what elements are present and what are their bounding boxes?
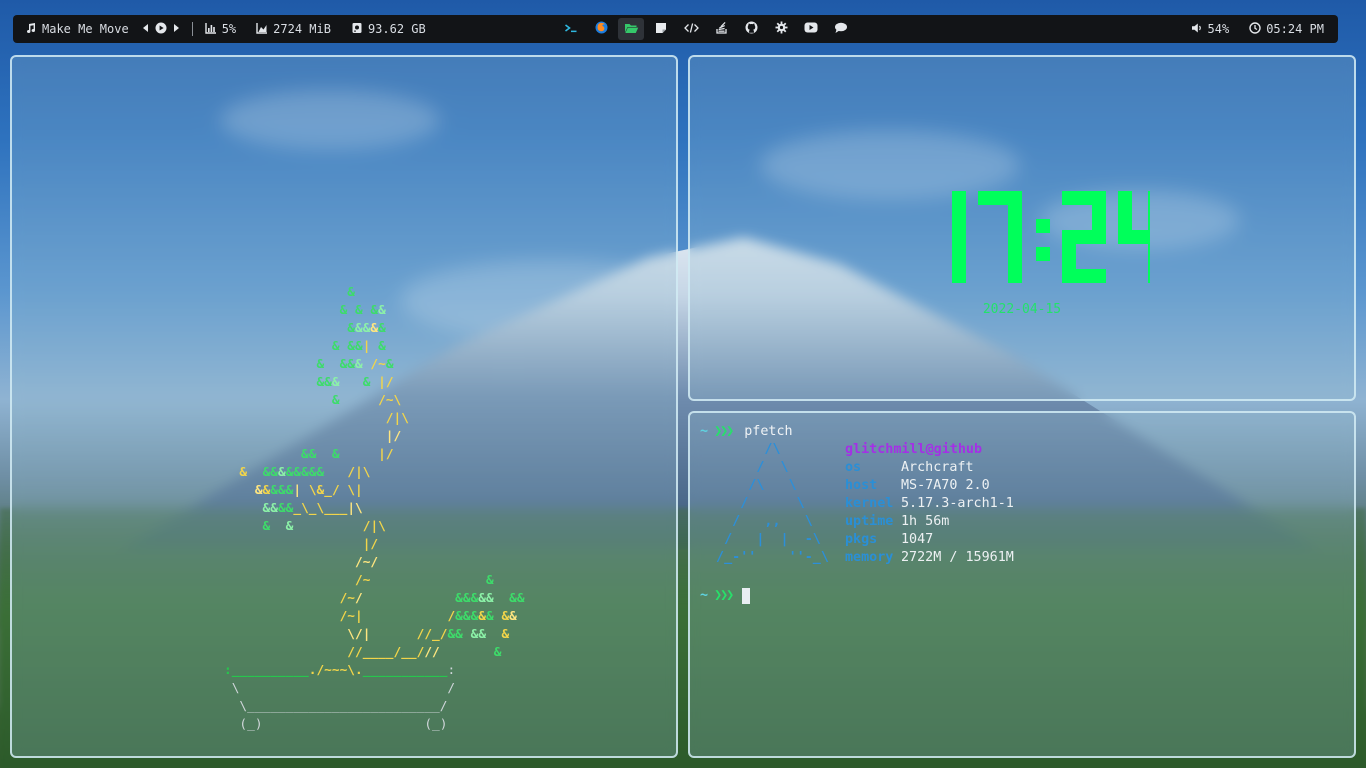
info-row-os: os Archcraft bbox=[845, 460, 974, 475]
terminal-window[interactable]: ~ ❯❯❯ pfetch /\ / \ /\ \ / \ / ,, \ / | … bbox=[688, 411, 1356, 758]
stackoverflow-launcher[interactable] bbox=[708, 18, 734, 40]
info-row-pkgs: pkgs 1047 bbox=[845, 532, 934, 547]
disk-value: 93.62 GB bbox=[367, 22, 426, 36]
cpu-value: 5% bbox=[221, 22, 237, 36]
app-launcher bbox=[558, 15, 854, 43]
settings-icon bbox=[775, 21, 788, 37]
terminal-launcher[interactable] bbox=[558, 18, 584, 40]
chat-launcher[interactable] bbox=[828, 18, 854, 40]
memory-value: 2724 MiB bbox=[273, 22, 331, 36]
cpu-widget: 5% bbox=[205, 22, 236, 37]
ascii-bonsai-art: & & & && &&&&& & &&| & & &&& /~& &&& & |… bbox=[224, 285, 525, 732]
bonsai-terminal-window[interactable]: & & & && &&&&& & &&| & & &&& /~& &&& & |… bbox=[10, 55, 678, 758]
prompt-cwd: ~ bbox=[700, 424, 709, 439]
info-row-uptime: uptime 1h 56m bbox=[845, 514, 950, 529]
bar-chart-icon bbox=[205, 22, 217, 37]
command-text: pfetch bbox=[744, 424, 793, 439]
separator bbox=[191, 22, 193, 36]
play-icon[interactable] bbox=[155, 22, 167, 37]
info-row-host: host MS-7A70 2.0 bbox=[845, 478, 990, 493]
clock-window[interactable]: 2022-04-15 bbox=[688, 55, 1356, 401]
system-info: glitchmill@github os Archcraft host MS-7A7… bbox=[845, 441, 1014, 567]
user-host: glitchmill@github bbox=[845, 442, 983, 457]
info-row-kernel: kernel 5.17.3-arch1-1 bbox=[845, 496, 1014, 511]
terminal-output: ~ ❯❯❯ pfetch /\ / \ /\ \ / \ / ,, \ / | … bbox=[700, 423, 1014, 605]
arch-logo-art: /\ / \ /\ \ / \ / ,, \ / | | -\ /_-'' ''… bbox=[716, 442, 829, 565]
memory-widget: 2724 MiB bbox=[256, 22, 331, 37]
firefox-launcher[interactable] bbox=[588, 18, 614, 40]
code-editor-launcher[interactable] bbox=[678, 18, 704, 40]
top-bar: Make Me Move 5% 2724 MiB 93.62 GB 54% 05… bbox=[13, 15, 1338, 43]
prompt-line: ~ ❯❯❯ pfetch bbox=[700, 423, 793, 441]
youtube-icon bbox=[804, 22, 818, 36]
music-note-icon bbox=[25, 22, 37, 37]
clock-icon bbox=[1249, 21, 1261, 37]
clock-widget[interactable]: 05:24 PM bbox=[1249, 21, 1324, 37]
volume-value: 54% bbox=[1207, 22, 1230, 36]
clock-colon-dot bbox=[1036, 219, 1050, 233]
file-manager-launcher[interactable] bbox=[618, 18, 644, 40]
hard-disk-icon bbox=[351, 22, 363, 37]
youtube-launcher[interactable] bbox=[798, 18, 824, 40]
stack-icon bbox=[715, 21, 728, 37]
area-chart-icon bbox=[256, 22, 268, 37]
prompt-line-active[interactable]: ~ ❯❯❯ bbox=[700, 587, 793, 605]
clock-digit-1 bbox=[952, 191, 966, 283]
clock-digit-7 bbox=[978, 191, 1022, 283]
settings-launcher[interactable] bbox=[768, 18, 794, 40]
previous-track-icon[interactable] bbox=[142, 22, 149, 36]
prompt-cwd: ~ bbox=[700, 588, 709, 603]
volume-icon bbox=[1191, 22, 1203, 37]
prompt-arrows: ❯❯❯ bbox=[714, 588, 734, 603]
github-icon bbox=[745, 21, 758, 37]
music-widget[interactable]: Make Me Move bbox=[25, 22, 180, 37]
clock-digit-4 bbox=[1118, 191, 1162, 283]
volume-widget[interactable]: 54% bbox=[1191, 22, 1230, 37]
firefox-icon bbox=[595, 21, 608, 37]
sticky-note-icon bbox=[655, 22, 667, 37]
info-row-memory: memory 2722M / 15961M bbox=[845, 550, 1014, 565]
pfetch-output: /\ / \ /\ \ / \ / ,, \ / | | -\ /_-'' ''… bbox=[700, 441, 1014, 567]
terminal-icon bbox=[564, 22, 578, 37]
chat-icon bbox=[834, 22, 848, 37]
music-title: Make Me Move bbox=[42, 22, 129, 36]
code-icon bbox=[683, 22, 699, 37]
disk-widget: 93.62 GB bbox=[351, 22, 426, 37]
prompt-arrows: ❯❯❯ bbox=[714, 424, 734, 439]
text-cursor[interactable] bbox=[742, 588, 751, 604]
github-launcher[interactable] bbox=[738, 18, 764, 40]
notes-launcher[interactable] bbox=[648, 18, 674, 40]
digital-clock bbox=[922, 191, 1162, 287]
clock-digit-2 bbox=[1062, 191, 1106, 283]
clock-date: 2022-04-15 bbox=[982, 302, 1062, 317]
time-value: 05:24 PM bbox=[1266, 22, 1324, 36]
folder-icon bbox=[624, 22, 639, 37]
next-track-icon[interactable] bbox=[173, 22, 180, 36]
clock-colon-dot bbox=[1036, 247, 1050, 261]
clock-digits bbox=[952, 191, 1162, 283]
